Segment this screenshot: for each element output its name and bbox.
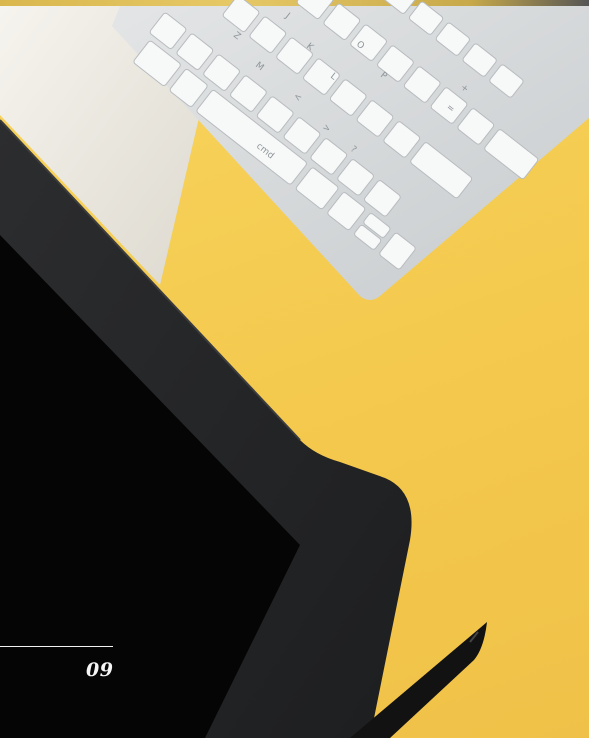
page-number-rule: [0, 646, 113, 647]
page-number: 09: [86, 659, 114, 681]
photo-illustration: Z M J K O P L cmd ? < > + =: [0, 0, 589, 738]
photo-scene: Z M J K O P L cmd ? < > + = 09: [0, 0, 589, 738]
